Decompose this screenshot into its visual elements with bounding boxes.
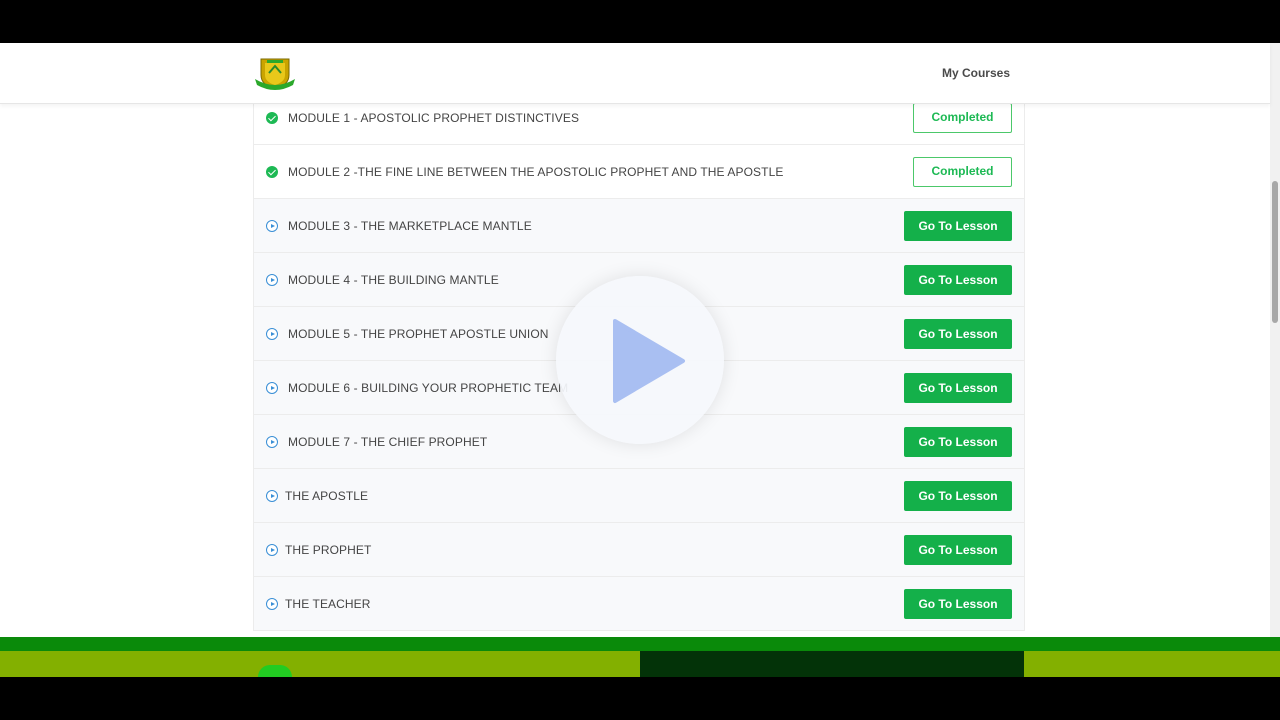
go-to-lesson-button[interactable]: Go To Lesson [904, 211, 1012, 241]
footer-banner [0, 637, 1280, 677]
lesson-row-apostle: THE APOSTLE Go To Lesson [253, 469, 1025, 523]
footer-panel-left [0, 651, 640, 677]
module-title: MODULE 3 - THE MARKETPLACE MANTLE [288, 219, 532, 233]
completed-button[interactable]: Completed [913, 103, 1012, 133]
module-title: MODULE 4 - THE BUILDING MANTLE [288, 273, 499, 287]
completed-button[interactable]: Completed [913, 157, 1012, 187]
check-circle-icon [266, 166, 278, 178]
go-to-lesson-button[interactable]: Go To Lesson [904, 265, 1012, 295]
logo[interactable] [253, 55, 297, 91]
shield-logo-icon [255, 58, 295, 90]
site-header: My Courses [0, 43, 1270, 104]
lesson-title: THE TEACHER [285, 597, 371, 611]
play-circle-icon [266, 328, 278, 340]
footer-panel-right [1024, 651, 1280, 677]
module-title: MODULE 2 -THE FINE LINE BETWEEN THE APOS… [288, 165, 784, 179]
play-circle-icon [266, 544, 278, 556]
letterbox-top [0, 0, 1280, 43]
play-circle-icon [266, 382, 278, 394]
module-row-3: MODULE 3 - THE MARKETPLACE MANTLE Go To … [253, 199, 1025, 253]
module-row-2: MODULE 2 -THE FINE LINE BETWEEN THE APOS… [253, 145, 1025, 199]
go-to-lesson-button[interactable]: Go To Lesson [904, 589, 1012, 619]
check-circle-icon [266, 112, 278, 124]
play-circle-icon [266, 220, 278, 232]
lesson-title: THE APOSTLE [285, 489, 369, 503]
go-to-lesson-button[interactable]: Go To Lesson [904, 535, 1012, 565]
scrollbar-thumb[interactable] [1272, 181, 1278, 323]
page-scrollbar[interactable] [1270, 43, 1280, 637]
go-to-lesson-button[interactable]: Go To Lesson [904, 427, 1012, 457]
play-circle-icon [266, 598, 278, 610]
play-circle-icon [266, 436, 278, 448]
video-play-button[interactable] [556, 276, 724, 444]
go-to-lesson-button[interactable]: Go To Lesson [904, 373, 1012, 403]
my-courses-link[interactable]: My Courses [942, 66, 1010, 80]
footer-stripe [0, 637, 1280, 651]
footer-panel-center [640, 651, 1024, 677]
module-title: MODULE 6 - BUILDING YOUR PROPHETIC TEAM [288, 381, 569, 395]
footer-badge-icon [258, 665, 292, 677]
go-to-lesson-button[interactable]: Go To Lesson [904, 319, 1012, 349]
module-title: MODULE 1 - APOSTOLIC PROPHET DISTINCTIVE… [288, 111, 580, 125]
module-title: MODULE 7 - THE CHIEF PROPHET [288, 435, 488, 449]
page-viewport: MODULE 1 - APOSTOLIC PROPHET DISTINCTIVE… [0, 43, 1280, 677]
lesson-title: THE PROPHET [285, 543, 372, 557]
play-circle-icon [266, 274, 278, 286]
lesson-row-teacher: THE TEACHER Go To Lesson [253, 577, 1025, 631]
play-circle-icon [266, 490, 278, 502]
letterbox-bottom [0, 677, 1280, 720]
go-to-lesson-button[interactable]: Go To Lesson [904, 481, 1012, 511]
module-title: MODULE 5 - THE PROPHET APOSTLE UNION [288, 327, 549, 341]
lesson-row-prophet: THE PROPHET Go To Lesson [253, 523, 1025, 577]
play-icon [613, 319, 685, 403]
